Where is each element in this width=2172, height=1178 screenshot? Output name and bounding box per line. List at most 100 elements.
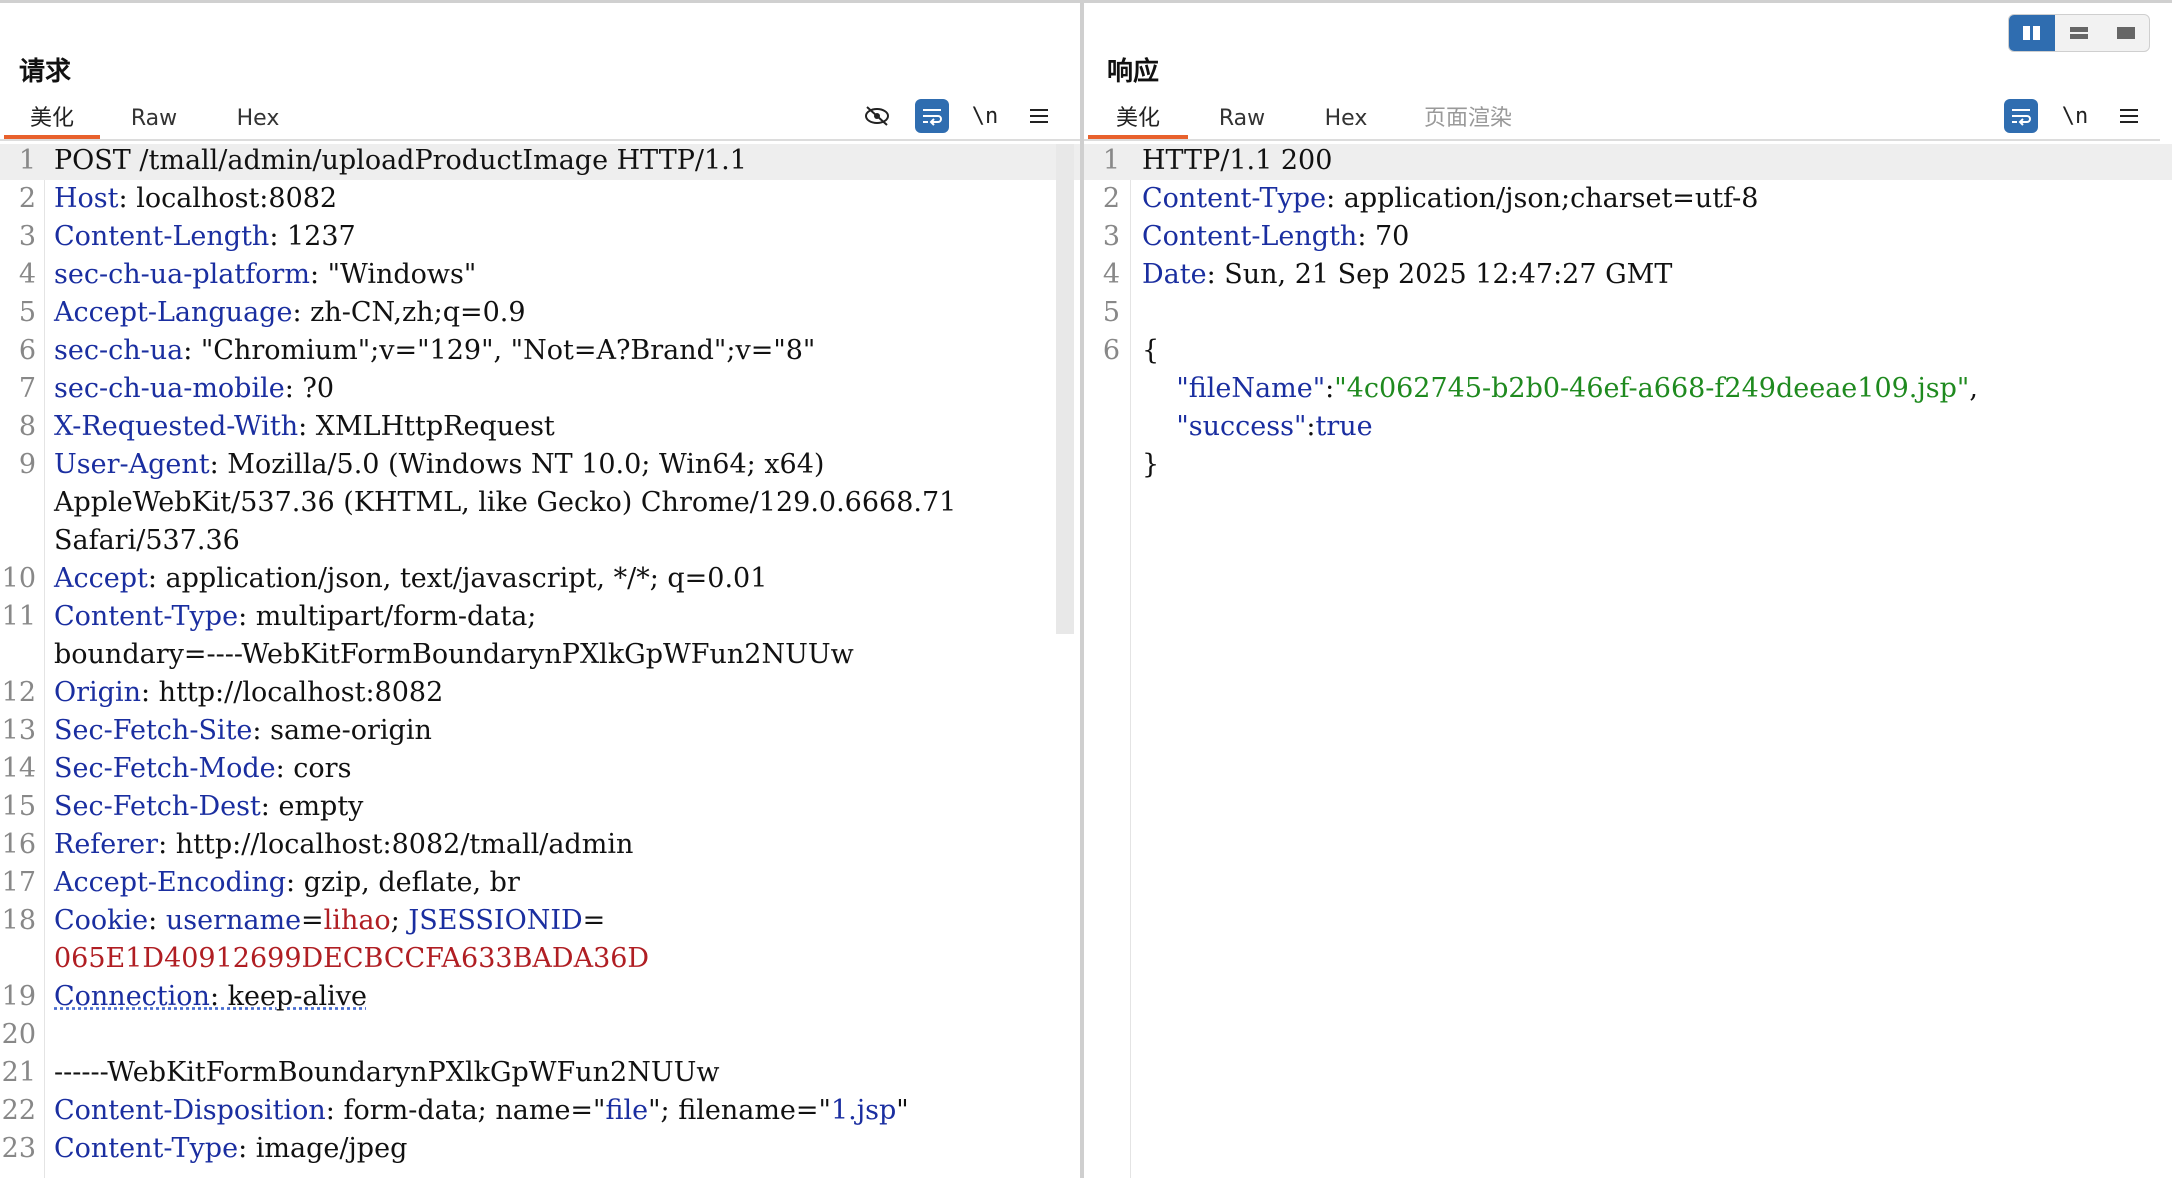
code-text: Content-Type: application/json;charset=u… <box>1142 180 1758 218</box>
tab-divider <box>1084 139 2160 141</box>
code-text: X-Requested-With: XMLHttpRequest <box>54 408 555 446</box>
line-number: 17 <box>1 867 36 898</box>
code-line: 17 Accept-Encoding: gzip, deflate, br <box>0 864 1080 902</box>
code-text: Accept-Encoding: gzip, deflate, br <box>54 864 520 902</box>
token-text: : localhost:8082 <box>118 183 338 214</box>
code-text: POST /tmall/admin/uploadProductImage HTT… <box>54 144 747 180</box>
code-line: 1 HTTP/1.1 200 <box>1084 144 2172 180</box>
token-key: Accept-Encoding <box>54 867 287 898</box>
line-number: 2 <box>18 183 36 214</box>
tab-raw[interactable]: Raw <box>114 99 194 139</box>
code-line: 3 Content-Length: 1237 <box>0 218 1080 256</box>
code-line: 12 Origin: http://localhost:8082 <box>0 674 1080 712</box>
token-text: : application/json;charset=utf-8 <box>1326 183 1759 214</box>
code-text: 065E1D40912699DECBCCFA633BADA36D <box>54 940 649 978</box>
wrap-icon[interactable] <box>915 99 949 133</box>
code-line: 10 Accept: application/json, text/javascr… <box>0 560 1080 598</box>
code-text: { <box>1142 332 1159 370</box>
token-string: "4c062745-b2b0-46ef-a668-f249deeae109.js… <box>1334 373 1970 404</box>
code-text: Origin: http://localhost:8082 <box>54 674 443 712</box>
code-text: ------WebKitFormBoundarynPXlkGpWFun2NUUw <box>54 1054 719 1092</box>
code-line: 065E1D40912699DECBCCFA633BADA36D <box>0 940 1080 978</box>
token-text: : gzip, deflate, br <box>286 867 520 898</box>
tab-hex[interactable]: Hex <box>1306 99 1386 139</box>
code-line: 2 Host: localhost:8082 <box>0 180 1080 218</box>
code-text: Safari/537.36 <box>54 522 240 560</box>
line-number: 4 <box>18 259 36 290</box>
token-key: sec-ch-ua-platform <box>54 259 310 290</box>
code-line: 6 sec-ch-ua: "Chromium";v="129", "Not=A?B… <box>0 332 1080 370</box>
token-key: Content-Disposition <box>54 1095 326 1126</box>
code-text: Content-Type: image/jpeg <box>54 1130 407 1168</box>
token-text: ------WebKitFormBoundarynPXlkGpWFun2NUUw <box>54 1057 720 1088</box>
token-text: : "Chromium";v="129", "Not=A?Brand";v="8… <box>183 335 816 366</box>
code-line: 7 sec-ch-ua-mobile: ?0 <box>0 370 1080 408</box>
code-text: sec-ch-ua-mobile: ?0 <box>54 370 334 408</box>
tab-render[interactable]: 页面渲染 <box>1408 99 1528 139</box>
code-line: "fileName":"4c062745-b2b0-46ef-a668-f249… <box>1084 370 2172 408</box>
token-text: : <box>148 905 166 936</box>
token-text: "; filename=" <box>648 1095 831 1126</box>
token-text: : empty <box>260 791 364 822</box>
code-text: sec-ch-ua: "Chromium";v="129", "Not=A?Br… <box>54 332 815 370</box>
code-line: Safari/537.36 <box>0 522 1080 560</box>
line-number: 20 <box>1 1019 36 1050</box>
line-number: 5 <box>18 297 36 328</box>
token-key: Accept <box>54 563 148 594</box>
code-text: "fileName":"4c062745-b2b0-46ef-a668-f249… <box>1142 370 1978 408</box>
token-text: : ?0 <box>284 373 335 404</box>
request-scrollbar[interactable] <box>1056 144 1074 634</box>
line-number: 9 <box>18 449 36 480</box>
line-number: 11 <box>1 601 36 632</box>
token-text: } <box>1142 449 1160 480</box>
code-line: 3 Content-Length: 70 <box>1084 218 2172 256</box>
code-text: Content-Length: 1237 <box>54 218 356 256</box>
line-number: 2 <box>1102 183 1120 214</box>
token-key: Cookie <box>54 905 149 936</box>
token-text: : http://localhost:8082 <box>141 677 444 708</box>
code-text: Sec-Fetch-Dest: empty <box>54 788 363 826</box>
token-key: JSESSIONID <box>408 905 583 936</box>
line-number: 15 <box>1 791 36 822</box>
token-text: : multipart/form-data; <box>238 601 537 632</box>
token-key: Content-Type <box>1142 183 1327 214</box>
newline-icon[interactable]: \n <box>2058 99 2092 133</box>
code-line: 19 Connection: keep-alive <box>0 978 1080 1016</box>
code-line: "success":true <box>1084 408 2172 446</box>
tab-pretty[interactable]: 美化 <box>1088 99 1188 139</box>
token-key: sec-ch-ua <box>54 335 184 366</box>
token-key: Referer <box>54 829 159 860</box>
code-line: 9 User-Agent: Mozilla/5.0 (Windows NT 10.… <box>0 446 1080 484</box>
token-text: : keep-alive <box>209 981 367 1012</box>
line-number: 18 <box>1 905 36 936</box>
token-text: Safari/537.36 <box>54 525 240 556</box>
code-text: Accept-Language: zh-CN,zh;q=0.9 <box>54 294 526 332</box>
wrap-icon[interactable] <box>2004 99 2038 133</box>
tab-raw[interactable]: Raw <box>1202 99 1282 139</box>
token-key: Content-Length <box>54 221 270 252</box>
token-text: ; <box>390 905 409 936</box>
token-text: = <box>582 905 606 936</box>
token-key: file <box>605 1095 649 1126</box>
eye-off-icon[interactable] <box>860 99 894 133</box>
token-text: : 1237 <box>269 221 356 252</box>
token-text: : XMLHttpRequest <box>298 411 555 442</box>
tab-hex[interactable]: Hex <box>218 99 298 139</box>
code-line: 1 POST /tmall/admin/uploadProductImage HT… <box>0 144 1080 180</box>
menu-icon[interactable] <box>1022 99 1056 133</box>
newline-icon[interactable]: \n <box>968 99 1002 133</box>
code-line: 22 Content-Disposition: form-data; name="… <box>0 1092 1080 1130</box>
menu-icon[interactable] <box>2112 99 2146 133</box>
response-editor[interactable]: 1 HTTP/1.1 200 2 Content-Type: application/… <box>1084 144 2172 1178</box>
tab-pretty[interactable]: 美化 <box>4 99 100 139</box>
code-text: boundary=----WebKitFormBoundarynPXlkGpWF… <box>54 636 854 674</box>
request-editor[interactable]: 1 POST /tmall/admin/uploadProductImage HT… <box>0 144 1080 1178</box>
tab-divider <box>0 139 1080 141</box>
code-text: User-Agent: Mozilla/5.0 (Windows NT 10.0… <box>54 446 824 484</box>
line-number: 21 <box>1 1057 36 1088</box>
code-text: Connection: keep-alive <box>54 978 367 1016</box>
code-line: 5 <box>1084 294 2172 332</box>
code-text: Referer: http://localhost:8082/tmall/adm… <box>54 826 633 864</box>
